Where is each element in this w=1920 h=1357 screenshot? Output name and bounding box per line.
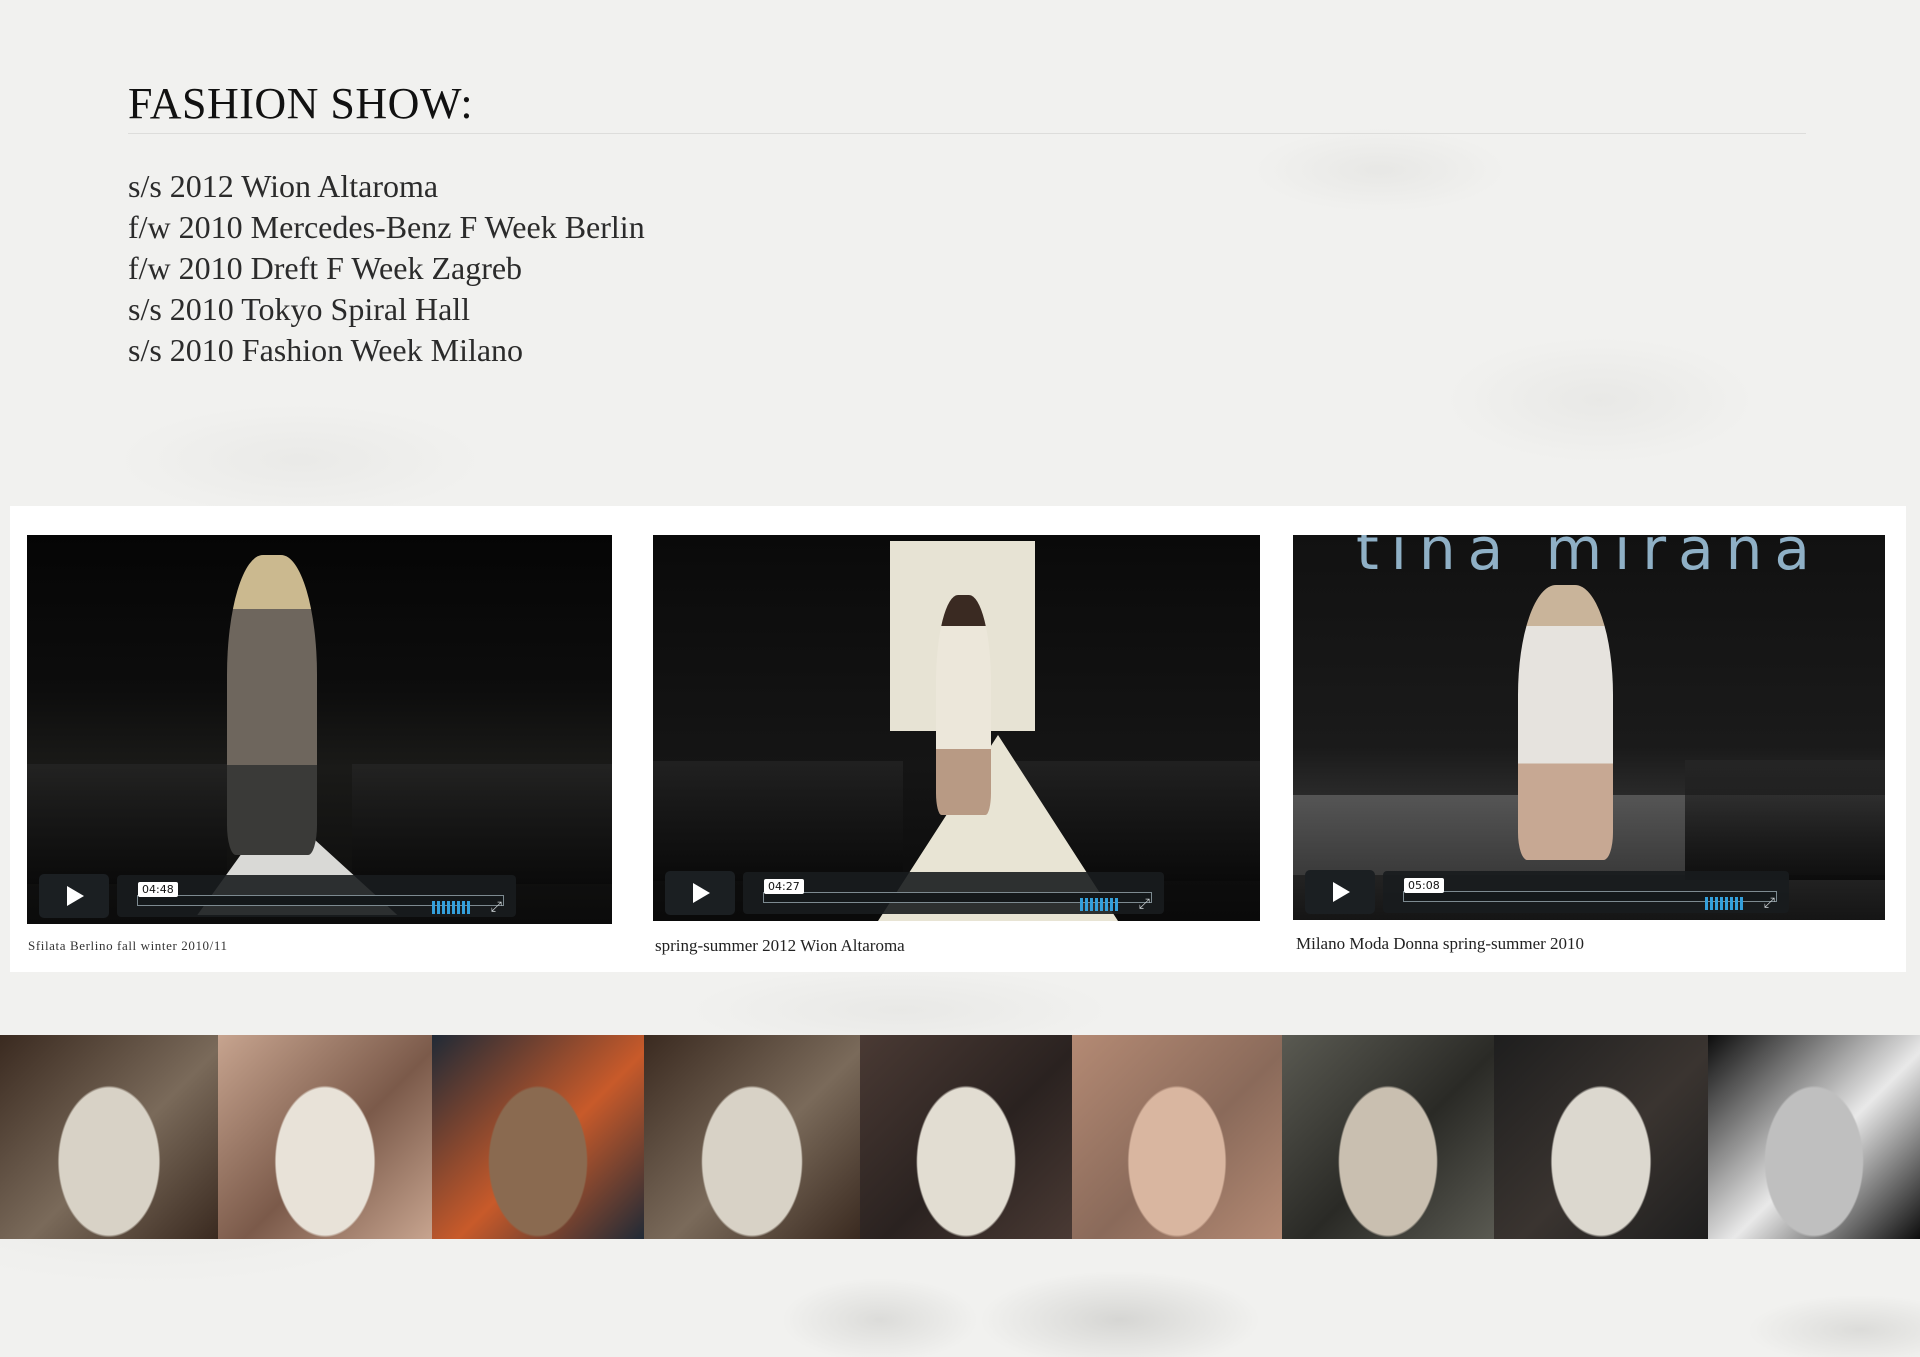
photo-backstage-white-coats-2 bbox=[644, 1035, 860, 1239]
model-figure bbox=[1518, 585, 1613, 860]
video-caption: Sfilata Berlino fall winter 2010/11 bbox=[28, 938, 228, 953]
fashion-show-list: s/s 2012 Wion Altaroma f/w 2010 Mercedes… bbox=[128, 166, 645, 371]
video-caption: spring-summer 2012 Wion Altaroma bbox=[655, 936, 905, 955]
photo-makeup-table bbox=[1282, 1035, 1494, 1239]
show-item: s/s 2012 Wion Altaroma bbox=[128, 168, 439, 204]
model-figure bbox=[227, 555, 317, 855]
show-item: s/s 2010 Fashion Week Milano bbox=[128, 332, 524, 368]
photo-image bbox=[432, 1035, 644, 1239]
backdrop-brand-text: tina mirana bbox=[1356, 535, 1822, 583]
photo-clothing-rack bbox=[1494, 1035, 1708, 1239]
video-player-altaroma[interactable]: 04:27 ⤢ bbox=[653, 535, 1260, 921]
volume-icon[interactable] bbox=[1080, 898, 1118, 911]
photo-beige-jacket-back bbox=[1072, 1035, 1282, 1239]
title-divider bbox=[128, 133, 1806, 134]
time-label: 04:48 bbox=[138, 882, 178, 897]
model-figure bbox=[936, 595, 991, 815]
volume-icon[interactable] bbox=[432, 901, 470, 914]
photo-image bbox=[0, 1035, 218, 1239]
photo-image bbox=[1072, 1035, 1282, 1239]
time-label: 04:27 bbox=[764, 879, 804, 894]
video-controls: 05:08 ⤢ bbox=[1293, 860, 1885, 920]
play-icon bbox=[1333, 882, 1350, 902]
play-button[interactable] bbox=[1305, 870, 1375, 914]
video-caption: Milano Moda Donna spring-summer 2010 bbox=[1296, 934, 1585, 953]
time-label: 05:08 bbox=[1404, 878, 1444, 893]
photo-image bbox=[218, 1035, 432, 1239]
fullscreen-icon[interactable]: ⤢ bbox=[491, 899, 502, 915]
show-item: f/w 2010 Mercedes-Benz F Week Berlin bbox=[128, 209, 645, 245]
photo-image bbox=[860, 1035, 1072, 1239]
page-title: FASHION SHOW: bbox=[128, 79, 474, 128]
video-player-milano[interactable]: tina mirana 05:08 ⤢ bbox=[1293, 535, 1885, 920]
photo-runway-models bbox=[1708, 1035, 1920, 1239]
control-bar: 04:48 ⤢ bbox=[117, 875, 516, 917]
play-icon bbox=[693, 883, 710, 903]
photo-white-top-detail bbox=[218, 1035, 432, 1239]
photo-image bbox=[1708, 1035, 1920, 1239]
fullscreen-icon[interactable]: ⤢ bbox=[1764, 895, 1775, 911]
photo-image bbox=[1282, 1035, 1494, 1239]
backstage-photo-strip bbox=[0, 1035, 1920, 1239]
play-button[interactable] bbox=[39, 874, 109, 918]
show-item: s/s 2010 Tokyo Spiral Hall bbox=[128, 291, 471, 327]
video-player-berlin[interactable]: 04:48 ⤢ bbox=[27, 535, 612, 924]
play-icon bbox=[67, 886, 84, 906]
photo-image bbox=[644, 1035, 860, 1239]
play-button[interactable] bbox=[665, 871, 735, 915]
photo-image bbox=[1494, 1035, 1708, 1239]
control-bar: 04:27 ⤢ bbox=[743, 872, 1164, 914]
photo-makeup-brushes bbox=[432, 1035, 644, 1239]
photo-backstage-white-coats bbox=[0, 1035, 218, 1239]
video-controls: 04:48 ⤢ bbox=[27, 864, 612, 924]
fullscreen-icon[interactable]: ⤢ bbox=[1139, 896, 1150, 912]
volume-icon[interactable] bbox=[1705, 897, 1743, 910]
show-item: f/w 2010 Dreft F Week Zagreb bbox=[128, 250, 523, 286]
photo-model-arms-crossed bbox=[860, 1035, 1072, 1239]
control-bar: 05:08 ⤢ bbox=[1383, 871, 1789, 913]
video-controls: 04:27 ⤢ bbox=[653, 861, 1260, 921]
